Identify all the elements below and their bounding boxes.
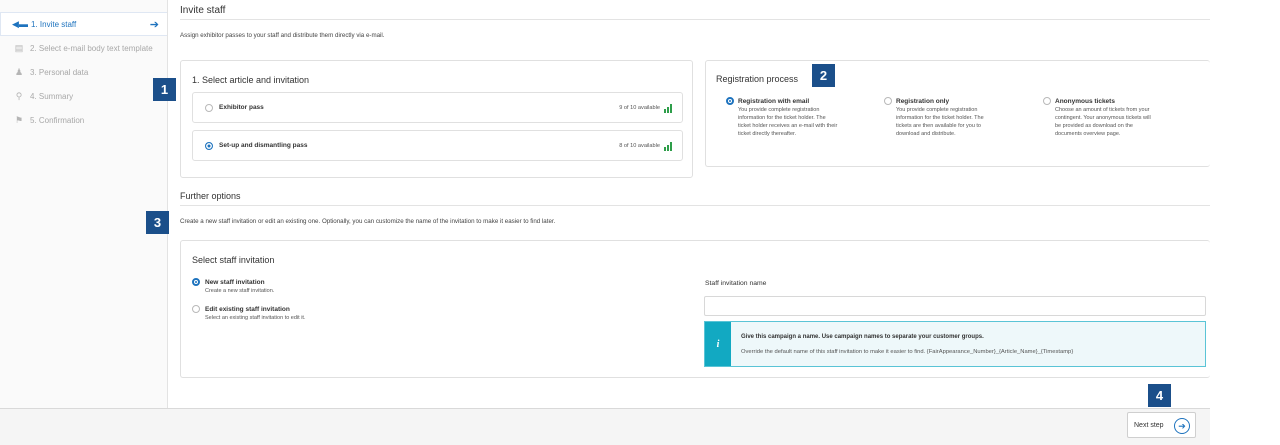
- staff-invitation-panel-title: Select staff invitation: [192, 255, 275, 265]
- step-label: 3. Personal data: [30, 67, 89, 77]
- next-step-button[interactable]: Next step ➔: [1127, 412, 1196, 438]
- step-badge-2: 2: [812, 64, 835, 87]
- staff-invitation-name-input[interactable]: [704, 296, 1206, 316]
- info-box: i Give this campaign a name. Use campaig…: [704, 321, 1206, 367]
- option-label: New staff invitation: [205, 278, 265, 286]
- availability-text: 9 of 10 available: [619, 104, 660, 111]
- option-description: Choose an amount of tickets from your con…: [1055, 107, 1151, 137]
- option-label: Registration only: [896, 97, 950, 105]
- radio-button-selected[interactable]: [192, 278, 200, 286]
- article-label: Set-up and dismantling pass: [219, 142, 308, 149]
- article-option-exhibitor-pass[interactable]: Exhibitor pass 9 of 10 available: [192, 92, 683, 123]
- radio-button[interactable]: [884, 97, 892, 105]
- search-icon: ⚲: [15, 90, 23, 101]
- divider: [180, 205, 1210, 206]
- radio-button-selected[interactable]: [726, 97, 734, 105]
- article-panel: 1. Select article and invitation Exhibit…: [180, 60, 693, 178]
- page-title: Invite staff: [180, 5, 226, 16]
- further-options-title: Further options: [180, 191, 241, 201]
- info-title: Give this campaign a name. Use campaign …: [741, 334, 984, 340]
- staff-invitation-name-label: Staff invitation name: [705, 280, 767, 287]
- option-label: Anonymous tickets: [1055, 97, 1115, 105]
- step-label: 2. Select e-mail body text template: [30, 43, 153, 53]
- availability-bars-icon: [664, 104, 672, 113]
- arrow-right-circle-icon: ➔: [1174, 418, 1190, 434]
- option-description: Select an existing staff invitation to e…: [205, 315, 306, 321]
- step-label: 1. Invite staff: [31, 19, 77, 29]
- option-description: You provide complete registration informa…: [738, 107, 838, 137]
- sidebar-step-select-template[interactable]: ▤ 2. Select e-mail body text template: [0, 36, 167, 60]
- sidebar-step-personal-data[interactable]: ♟ 3. Personal data: [0, 60, 167, 84]
- article-option-setup-pass[interactable]: Set-up and dismantling pass 8 of 10 avai…: [192, 130, 683, 161]
- page-subtitle: Assign exhibitor passes to your staff an…: [180, 32, 385, 39]
- article-label: Exhibitor pass: [219, 104, 264, 111]
- flag-icon: ⚑: [14, 114, 24, 125]
- step-badge-4: 4: [1148, 384, 1171, 407]
- option-edit-existing-invitation[interactable]: Edit existing staff invitation Select an…: [192, 305, 305, 321]
- registration-option-email[interactable]: Registration with email You provide comp…: [726, 97, 876, 138]
- users-icon: ♟: [14, 66, 24, 77]
- article-panel-title: 1. Select article and invitation: [192, 75, 310, 85]
- registration-option-only[interactable]: Registration only You provide complete r…: [884, 97, 1034, 138]
- option-description: Create a new staff invitation.: [205, 288, 275, 294]
- step-badge-1: 1: [153, 78, 176, 101]
- megaphone-icon: ◀▬: [12, 18, 28, 29]
- registration-panel-title: Registration process: [716, 74, 799, 84]
- sidebar-step-summary[interactable]: ⚲ 4. Summary: [0, 84, 167, 108]
- sidebar-step-confirmation[interactable]: ⚑ 5. Confirmation: [0, 108, 167, 132]
- option-new-staff-invitation[interactable]: New staff invitation Create a new staff …: [192, 278, 274, 294]
- info-icon: i: [705, 322, 731, 366]
- divider: [180, 19, 1210, 20]
- step-label: 4. Summary: [30, 91, 74, 101]
- chat-icon: ▤: [14, 42, 24, 53]
- sidebar-step-invite-staff[interactable]: ◀▬ 1. Invite staff ➔: [0, 12, 167, 36]
- step-badge-3: 3: [146, 211, 169, 234]
- option-description: You provide complete registration informa…: [896, 107, 984, 137]
- app-window: ◀▬ 1. Invite staff ➔ ▤ 2. Select e-mail …: [0, 0, 1280, 445]
- radio-button[interactable]: [205, 103, 213, 112]
- wizard-sidebar: ◀▬ 1. Invite staff ➔ ▤ 2. Select e-mail …: [0, 0, 168, 408]
- availability-bars-icon: [664, 142, 672, 151]
- arrow-right-icon: ➔: [149, 19, 159, 31]
- availability-text: 8 of 10 available: [619, 142, 660, 149]
- option-label: Edit existing staff invitation: [205, 305, 290, 313]
- next-step-label: Next step: [1134, 421, 1164, 429]
- radio-button[interactable]: [1043, 97, 1051, 105]
- step-label: 5. Confirmation: [30, 115, 85, 125]
- info-text: Override the default name of this staff …: [741, 349, 1074, 355]
- option-label: Registration with email: [738, 97, 810, 105]
- registration-option-anonymous[interactable]: Anonymous tickets Choose an amount of ti…: [1043, 97, 1193, 138]
- radio-button-selected[interactable]: [205, 141, 213, 150]
- radio-button[interactable]: [192, 305, 200, 313]
- footer-bar: [0, 408, 1210, 445]
- further-options-description: Create a new staff invitation or edit an…: [180, 218, 556, 225]
